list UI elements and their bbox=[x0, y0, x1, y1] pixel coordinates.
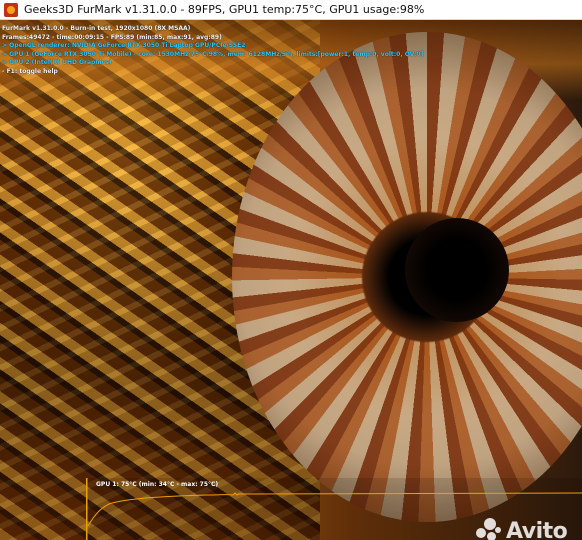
avito-watermark: Avito bbox=[476, 518, 568, 540]
avito-dots-icon bbox=[476, 518, 502, 540]
avito-watermark-text: Avito bbox=[506, 518, 568, 540]
hud-line-title: FurMark v1.31.0.0 - Burn-in test, 1920x1… bbox=[2, 25, 191, 32]
hud-line-gpu1: > GPU 1 (GeForce RTX 3050 Ti Mobile) - c… bbox=[2, 50, 424, 58]
hud-line-frames: Frames:49472 - time:00:09:15 - FPS:89 (m… bbox=[2, 33, 222, 41]
hud-line-gpu2: > GPU 2 (Intel(R) UHD Graphics) bbox=[2, 59, 112, 66]
furmark-app-icon[interactable] bbox=[4, 2, 18, 17]
hud-line-renderer: > OpenGL renderer: NVIDIA GeForce RTX 30… bbox=[2, 42, 246, 49]
eye-pupil bbox=[405, 218, 509, 322]
window-titlebar[interactable]: Geeks3D FurMark v1.31.0.0 - 89FPS, GPU1 … bbox=[0, 0, 582, 20]
window-title: Geeks3D FurMark v1.31.0.0 - 89FPS, GPU1 … bbox=[24, 3, 425, 16]
render-viewport: FurMark v1.31.0.0 - Burn-in test, 1920x1… bbox=[0, 20, 582, 540]
hud-line-help: - F1: toggle help bbox=[2, 67, 58, 75]
stats-overlay: FurMark v1.31.0.0 - Burn-in test, 1920x1… bbox=[2, 25, 423, 76]
